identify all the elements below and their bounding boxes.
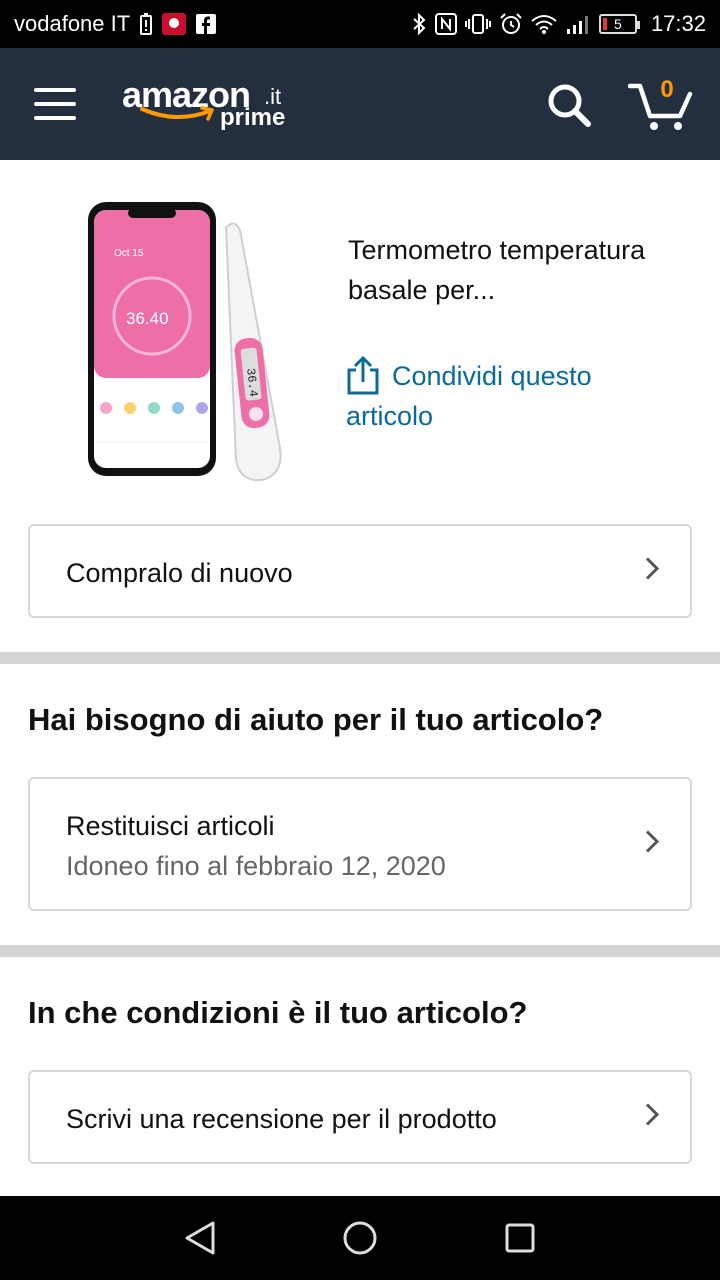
share-label: Condividi questo articolo: [346, 361, 592, 431]
write-review-label: Scrivi una recensione per il prodotto: [66, 1104, 497, 1134]
clock: 17:32: [650, 11, 706, 36]
help-section-title: Hai bisogno di aiuto per il tuo articolo…: [28, 702, 604, 737]
system-nav-bar: [0, 1196, 720, 1280]
share-link[interactable]: Condividi questo articolo: [346, 355, 666, 436]
image-date-text: Oct 15: [114, 248, 144, 259]
recents-icon[interactable]: [496, 1214, 544, 1262]
chevron-right-icon: [644, 556, 660, 587]
carrier-name: vodafone IT: [14, 11, 131, 36]
product-title[interactable]: Termometro temperatura basale per...: [348, 230, 648, 310]
section-divider: [0, 945, 720, 957]
back-icon[interactable]: [176, 1214, 224, 1262]
section-divider: [0, 652, 720, 664]
chevron-right-icon: [644, 829, 660, 860]
facebook-icon: [196, 14, 217, 34]
return-items-label: Restituisci articoli: [66, 811, 275, 841]
cart-icon[interactable]: 0: [627, 76, 694, 132]
huawei-icon: [162, 13, 187, 35]
logo-prime: prime: [220, 104, 286, 131]
write-review-button[interactable]: Scrivi una recensione per il prodotto: [28, 1070, 692, 1164]
amazon-prime-logo[interactable]: amazon .it prime: [122, 72, 292, 136]
menu-icon[interactable]: [34, 88, 76, 120]
chevron-right-icon: [644, 1102, 660, 1133]
condition-section-title: In che condizioni è il tuo articolo?: [28, 995, 528, 1030]
nfc-icon: [434, 13, 457, 35]
image-temp-text: 36.40: [126, 309, 169, 328]
buy-again-label: Compralo di nuovo: [66, 558, 293, 588]
app-header: amazon .it prime 0: [0, 48, 720, 160]
product-image[interactable]: Oct 15 36.40 36.4: [84, 198, 300, 488]
cart-count-badge: 0: [660, 76, 674, 103]
status-bar: vodafone IT 5 17:32: [0, 0, 720, 48]
signal-icon: [565, 13, 591, 35]
smile-arrow-icon: [140, 106, 214, 121]
buy-again-button[interactable]: Compralo di nuovo: [28, 524, 692, 618]
wifi-icon: [531, 13, 557, 35]
battery-alert-icon: [140, 13, 153, 35]
image-display-text: 36.4: [243, 367, 260, 397]
share-icon: [346, 355, 380, 407]
battery-icon: 5: [598, 14, 640, 34]
home-icon[interactable]: [336, 1214, 384, 1262]
vibrate-icon: [464, 13, 491, 35]
return-items-button[interactable]: Restituisci articoli Idoneo fino al febb…: [28, 777, 692, 911]
bluetooth-icon: [411, 12, 427, 36]
alarm-icon: [499, 12, 523, 36]
return-eligibility-text: Idoneo fino al febbraio 12, 2020: [66, 851, 446, 881]
search-icon[interactable]: [546, 82, 592, 128]
battery-level: 5: [614, 16, 622, 32]
